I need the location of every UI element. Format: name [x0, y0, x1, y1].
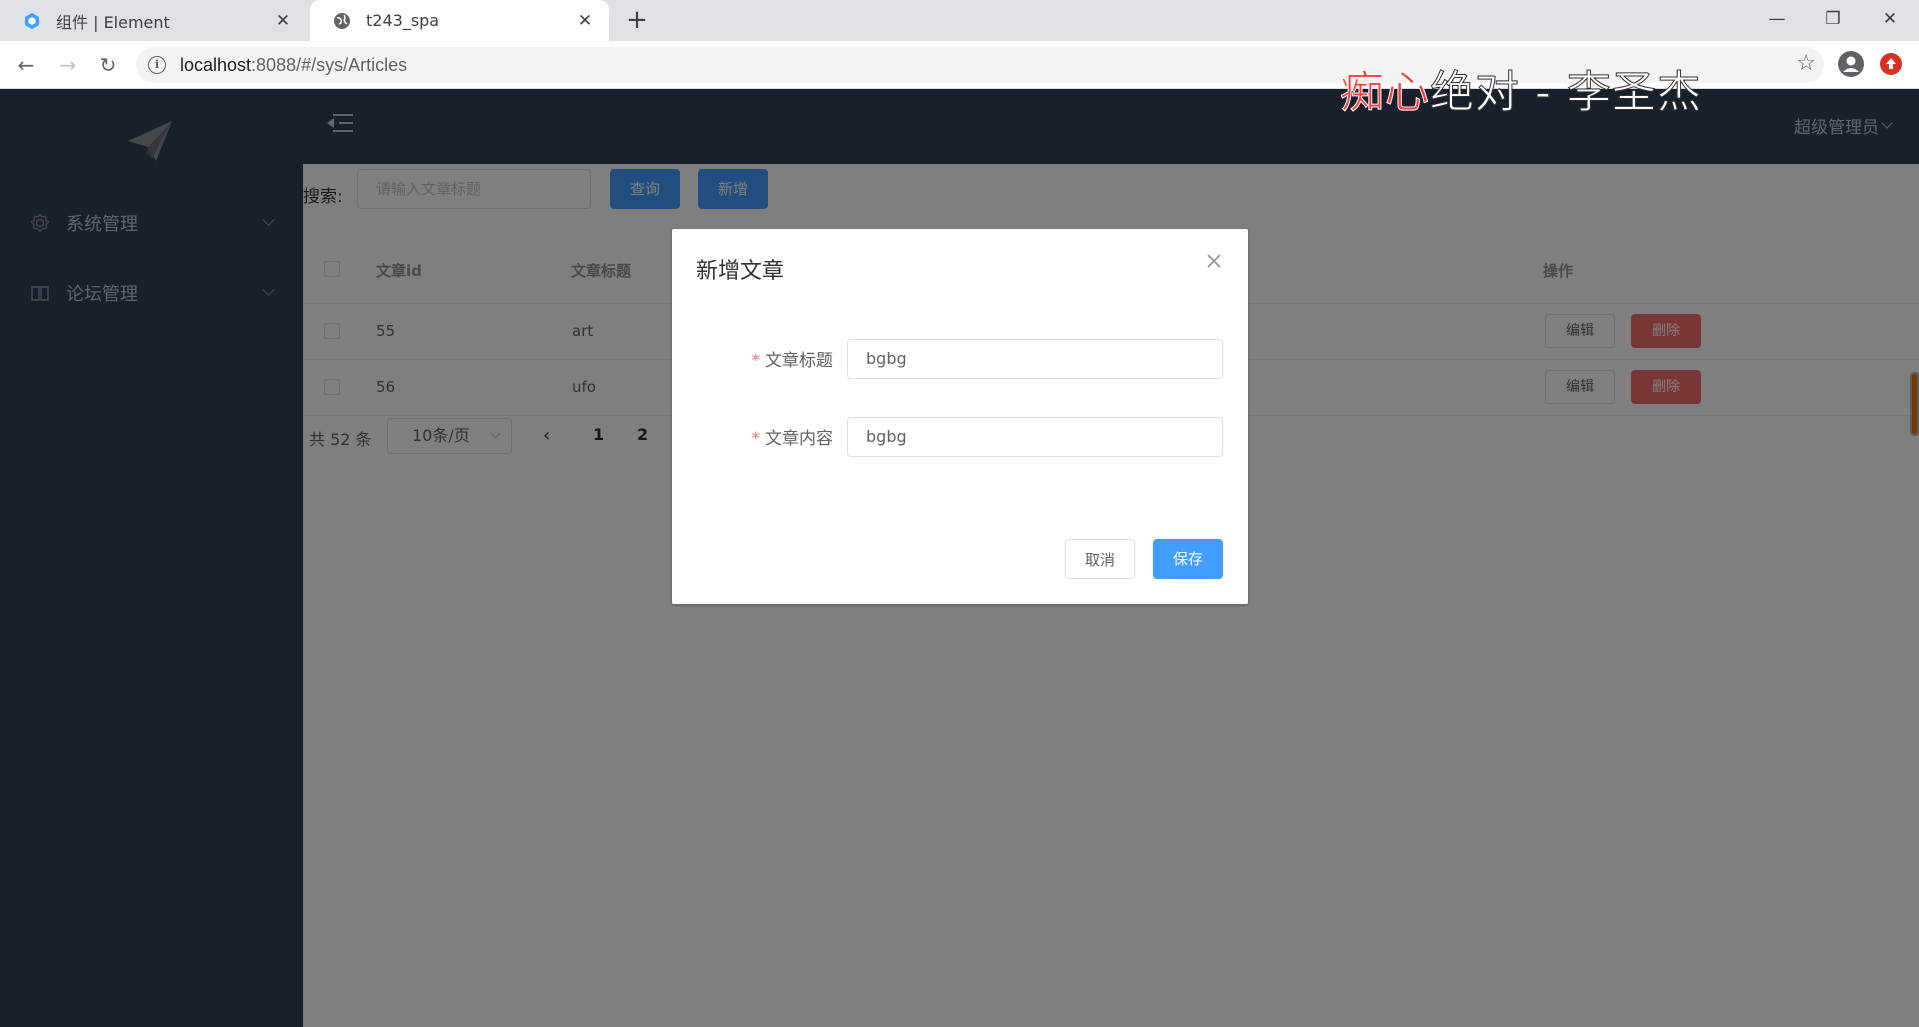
- field-label-content: * 文章内容: [751, 429, 834, 449]
- bookmark-star-icon[interactable]: ☆: [1796, 51, 1816, 76]
- field-label-title: * 文章标题: [751, 351, 834, 371]
- save-button[interactable]: 保存: [1153, 539, 1223, 579]
- new-tab-icon[interactable]: +: [622, 5, 652, 35]
- update-icon[interactable]: [1880, 53, 1902, 75]
- profile-avatar-icon[interactable]: [1838, 51, 1864, 77]
- content-input[interactable]: bgbg: [847, 417, 1223, 457]
- cancel-button[interactable]: 取消: [1065, 539, 1135, 579]
- title-input[interactable]: bgbg: [847, 339, 1223, 379]
- browser-tab-active[interactable]: t243_spa ✕: [310, 0, 609, 41]
- browser-tab-element[interactable]: 组件 | Element ✕: [0, 0, 307, 41]
- url-text: localhost:8088/#/sys/Articles: [180, 54, 408, 75]
- element-favicon-icon: [22, 11, 42, 31]
- globe-icon: [332, 11, 352, 31]
- close-tab-icon[interactable]: ✕: [575, 11, 595, 31]
- tab-title: 组件 | Element: [56, 12, 170, 32]
- reload-icon[interactable]: ↻: [92, 49, 124, 81]
- close-icon[interactable]: [1204, 251, 1224, 271]
- forward-icon[interactable]: →: [52, 49, 84, 81]
- tab-title: t243_spa: [366, 11, 440, 30]
- restore-icon[interactable]: ❐: [1804, 0, 1862, 41]
- site-info-icon[interactable]: i: [148, 56, 166, 74]
- add-article-dialog: 新增文章 * 文章标题 bgbg * 文章内容 bgbg 取消 保存: [672, 229, 1248, 604]
- back-icon[interactable]: ←: [10, 49, 42, 81]
- close-tab-icon[interactable]: ✕: [273, 11, 293, 31]
- window-close-icon[interactable]: ✕: [1861, 0, 1919, 41]
- video-watermark: 痴心绝对 - 李圣杰: [1340, 67, 1702, 119]
- browser-tab-bar: 组件 | Element ✕ t243_spa ✕ + — ❐ ✕: [0, 0, 1919, 41]
- minimize-icon[interactable]: —: [1748, 0, 1806, 41]
- dialog-title: 新增文章: [696, 259, 785, 284]
